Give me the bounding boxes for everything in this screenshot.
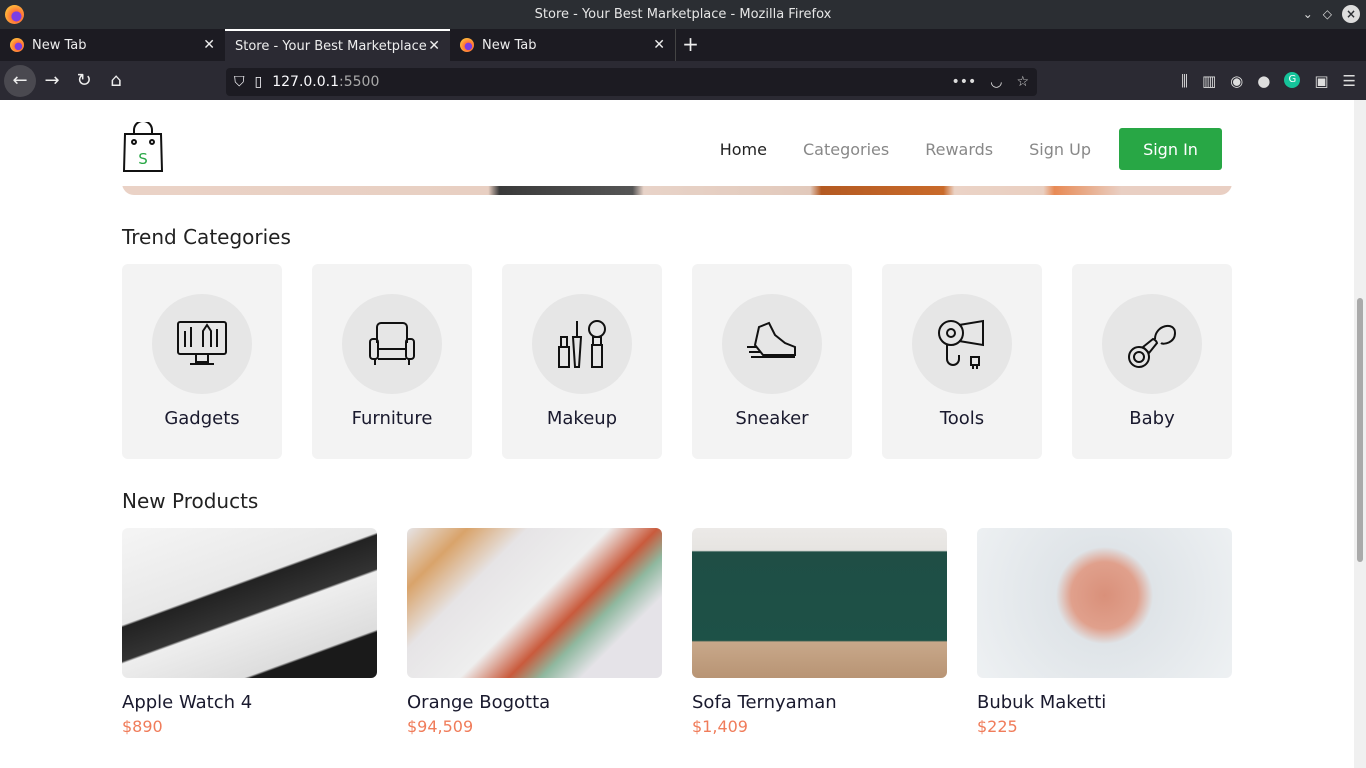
nav-rewards[interactable]: Rewards (925, 140, 993, 159)
tab-new-tab-2[interactable]: New Tab ✕ (450, 29, 675, 61)
svg-text:S: S (138, 150, 148, 168)
product-image[interactable] (407, 528, 662, 678)
tab-store[interactable]: Store - Your Best Marketplace ✕ (225, 29, 450, 61)
close-tab-icon[interactable]: ✕ (428, 38, 440, 54)
main-nav: Home Categories Rewards Sign Up Sign In (720, 128, 1222, 170)
grammarly-icon[interactable]: G (1284, 72, 1301, 88)
trend-categories-heading: Trend Categories (122, 225, 291, 249)
category-gadgets[interactable]: Gadgets (122, 264, 282, 459)
close-tab-icon[interactable]: ✕ (653, 37, 665, 53)
library-icon[interactable]: ⫼ (1181, 72, 1188, 90)
scrollbar-thumb[interactable] (1357, 298, 1363, 562)
category-sneaker[interactable]: Sneaker (692, 264, 852, 459)
site-header: S Home Categories Rewards Sign Up Sign I… (0, 100, 1354, 186)
category-baby[interactable]: Baby (1072, 264, 1232, 459)
makeup-icon (558, 320, 606, 368)
new-tab-button[interactable]: + (675, 29, 705, 61)
menu-icon[interactable]: ☰ (1343, 72, 1356, 90)
url-bar[interactable]: ⛉ ▯ 127.0.0.1:5500 ••• ◡ ☆ (226, 68, 1037, 96)
account-icon[interactable]: ◉ (1230, 72, 1243, 90)
url-host: 127.0.0.1 (272, 74, 340, 90)
category-tools[interactable]: Tools (882, 264, 1042, 459)
tab-strip: New Tab ✕ Store - Your Best Marketplace ✕ … (0, 29, 1366, 61)
tab-label: Store - Your Best Marketplace (235, 38, 427, 54)
tab-new-tab-1[interactable]: New Tab ✕ (0, 29, 225, 61)
product-price: $94,509 (407, 717, 474, 736)
monitor-icon (177, 321, 227, 365)
product-image[interactable] (122, 528, 377, 678)
nav-sign-up[interactable]: Sign Up (1029, 140, 1091, 159)
category-makeup[interactable]: Makeup (502, 264, 662, 459)
github-icon[interactable]: ● (1257, 72, 1270, 90)
tab-label: New Tab (482, 37, 537, 53)
category-list: Gadgets Furniture Makeup Sneaker Tools B… (122, 264, 1232, 459)
new-products-heading: New Products (122, 489, 259, 513)
maximize-icon[interactable]: ◇ (1323, 7, 1332, 21)
pacifier-icon (1128, 324, 1177, 368)
product-image[interactable] (977, 528, 1232, 678)
title-bar: Store - Your Best Marketplace - Mozilla … (0, 0, 1366, 29)
product-price: $225 (977, 717, 1018, 736)
sidebar-icon[interactable]: ▥ (1202, 72, 1216, 90)
forward-icon[interactable]: → (36, 65, 68, 97)
nav-home[interactable]: Home (720, 140, 767, 159)
home-icon[interactable]: ⌂ (100, 65, 132, 97)
pocket-icon[interactable]: ◡ (990, 74, 1002, 90)
shield-icon[interactable]: ⛉ (234, 74, 245, 90)
product-card[interactable]: Orange Bogotta $94,509 (407, 528, 662, 736)
tab-label: New Tab (32, 37, 87, 53)
product-card[interactable]: Bubuk Maketti $225 (977, 528, 1232, 736)
category-label: Furniture (351, 408, 433, 429)
product-list: Apple Watch 4 $890 Orange Bogotta $94,509 … (122, 528, 1232, 736)
category-label: Tools (939, 408, 985, 429)
category-label: Baby (1129, 408, 1175, 429)
sneaker-icon (747, 321, 796, 358)
window-title: Store - Your Best Marketplace - Mozilla … (534, 7, 832, 22)
hairdryer-icon (938, 319, 984, 369)
page-icon: ▯ (254, 74, 263, 90)
store-logo[interactable]: S (122, 120, 164, 176)
url-port: :5500 (339, 74, 380, 90)
back-icon[interactable]: ← (4, 64, 36, 97)
product-price: $890 (122, 717, 163, 736)
reload-icon[interactable]: ↻ (68, 65, 100, 97)
close-window-icon[interactable]: × (1342, 5, 1360, 23)
product-card[interactable]: Apple Watch 4 $890 (122, 528, 377, 736)
product-name[interactable]: Bubuk Maketti (977, 692, 1232, 713)
nav-categories[interactable]: Categories (803, 140, 889, 159)
firefox-icon (5, 5, 24, 24)
category-label: Makeup (546, 408, 618, 429)
product-name[interactable]: Apple Watch 4 (122, 692, 377, 713)
firefox-icon (460, 38, 474, 52)
minimize-icon[interactable]: ⌄ (1303, 7, 1313, 21)
product-image[interactable] (692, 528, 947, 678)
close-tab-icon[interactable]: ✕ (203, 37, 215, 53)
category-furniture[interactable]: Furniture (312, 264, 472, 459)
product-price: $1,409 (692, 717, 748, 736)
armchair-icon (369, 322, 415, 365)
category-label: Gadgets (164, 408, 240, 429)
category-label: Sneaker (735, 408, 809, 429)
page-content: S Home Categories Rewards Sign Up Sign I… (0, 100, 1354, 768)
product-name[interactable]: Orange Bogotta (407, 692, 662, 713)
page-scrollbar[interactable] (1354, 100, 1366, 768)
product-name[interactable]: Sofa Ternyaman (692, 692, 947, 713)
more-icon[interactable]: ••• (951, 74, 976, 90)
firefox-icon (10, 38, 24, 52)
bookmark-star-icon[interactable]: ☆ (1016, 74, 1029, 90)
product-card[interactable]: Sofa Ternyaman $1,409 (692, 528, 947, 736)
sign-in-button[interactable]: Sign In (1119, 128, 1222, 170)
gift-icon[interactable]: ▣ (1314, 72, 1328, 90)
